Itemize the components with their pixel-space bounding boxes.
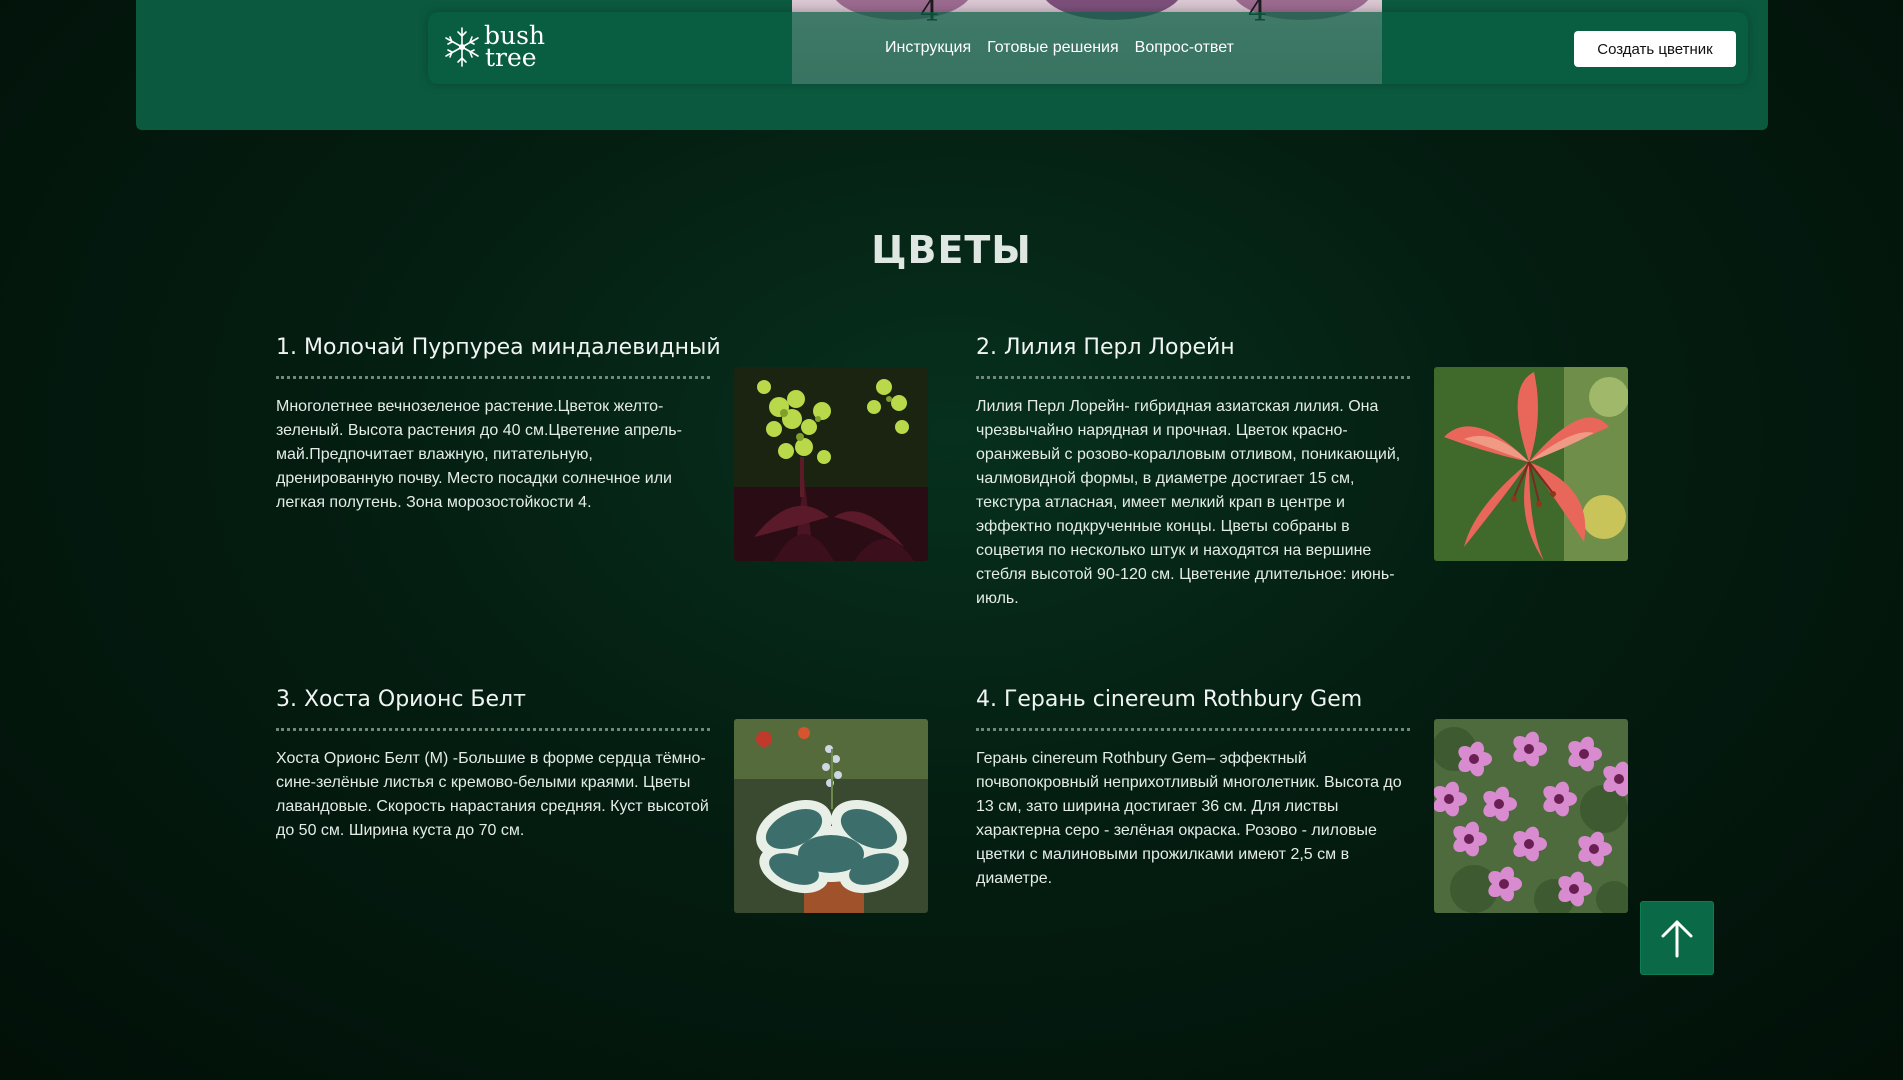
euphorbia-photo xyxy=(734,367,928,561)
hosta-photo xyxy=(734,719,928,913)
flower-card-title: 2. Лилия Перл Лорейн xyxy=(976,335,1235,360)
flower-card-description: Хоста Орионс Белт (M) -Большие в форме с… xyxy=(276,750,709,839)
flower-card: 2. Лилия Перл Лорейн Лилия Перл Лорейн- … xyxy=(976,335,1676,607)
top-banner: 4 4 xyxy=(136,0,1768,130)
logo-line-2: tree xyxy=(485,43,537,72)
geranium-photo xyxy=(1434,719,1628,913)
section-title: ЦВЕТЫ xyxy=(871,228,1032,272)
title-divider xyxy=(976,376,1410,379)
navbar: bush tree Инструкция Готовые решения Воп… xyxy=(428,12,1748,84)
nav-link-ready-solutions[interactable]: Готовые решения xyxy=(987,39,1119,57)
title-divider xyxy=(976,728,1410,731)
title-divider xyxy=(276,728,710,731)
page: 4 4 xyxy=(0,0,1903,1080)
flower-card: 4. Герань cinereum Rothbury Gem Герань c… xyxy=(976,687,1676,937)
logo-wordmark: bush tree xyxy=(484,23,545,72)
snowflake-logo-icon xyxy=(445,27,479,67)
nav-link-faq[interactable]: Вопрос-ответ xyxy=(1135,39,1234,57)
flower-card-description: Многолетнее вечнозеленое растение.Цветок… xyxy=(276,398,682,511)
nav-link-instructions[interactable]: Инструкция xyxy=(885,39,971,57)
main-nav: Инструкция Готовые решения Вопрос-ответ xyxy=(885,39,1234,57)
scroll-to-top-button[interactable] xyxy=(1640,901,1714,975)
flower-card-title: 1. Молочай Пурпуреа миндалевидный xyxy=(276,335,721,360)
flower-card-description: Герань cinereum Rothbury Gem– эффектный … xyxy=(976,750,1402,887)
flower-card: 1. Молочай Пурпуреа миндалевидный Многол… xyxy=(276,335,976,585)
create-flowerbed-button[interactable]: Создать цветник xyxy=(1574,31,1736,67)
lily-photo xyxy=(1434,367,1628,561)
flower-card: 3. Хоста Орионс Белт Хоста Орионс Белт (… xyxy=(276,687,976,937)
logo[interactable]: bush tree xyxy=(440,23,545,72)
flower-card-description: Лилия Перл Лорейн- гибридная азиатская л… xyxy=(976,398,1401,607)
arrow-up-icon xyxy=(1661,920,1693,958)
flower-card-title: 3. Хоста Орионс Белт xyxy=(276,687,526,712)
flower-card-title: 4. Герань cinereum Rothbury Gem xyxy=(976,687,1363,712)
title-divider xyxy=(276,376,710,379)
